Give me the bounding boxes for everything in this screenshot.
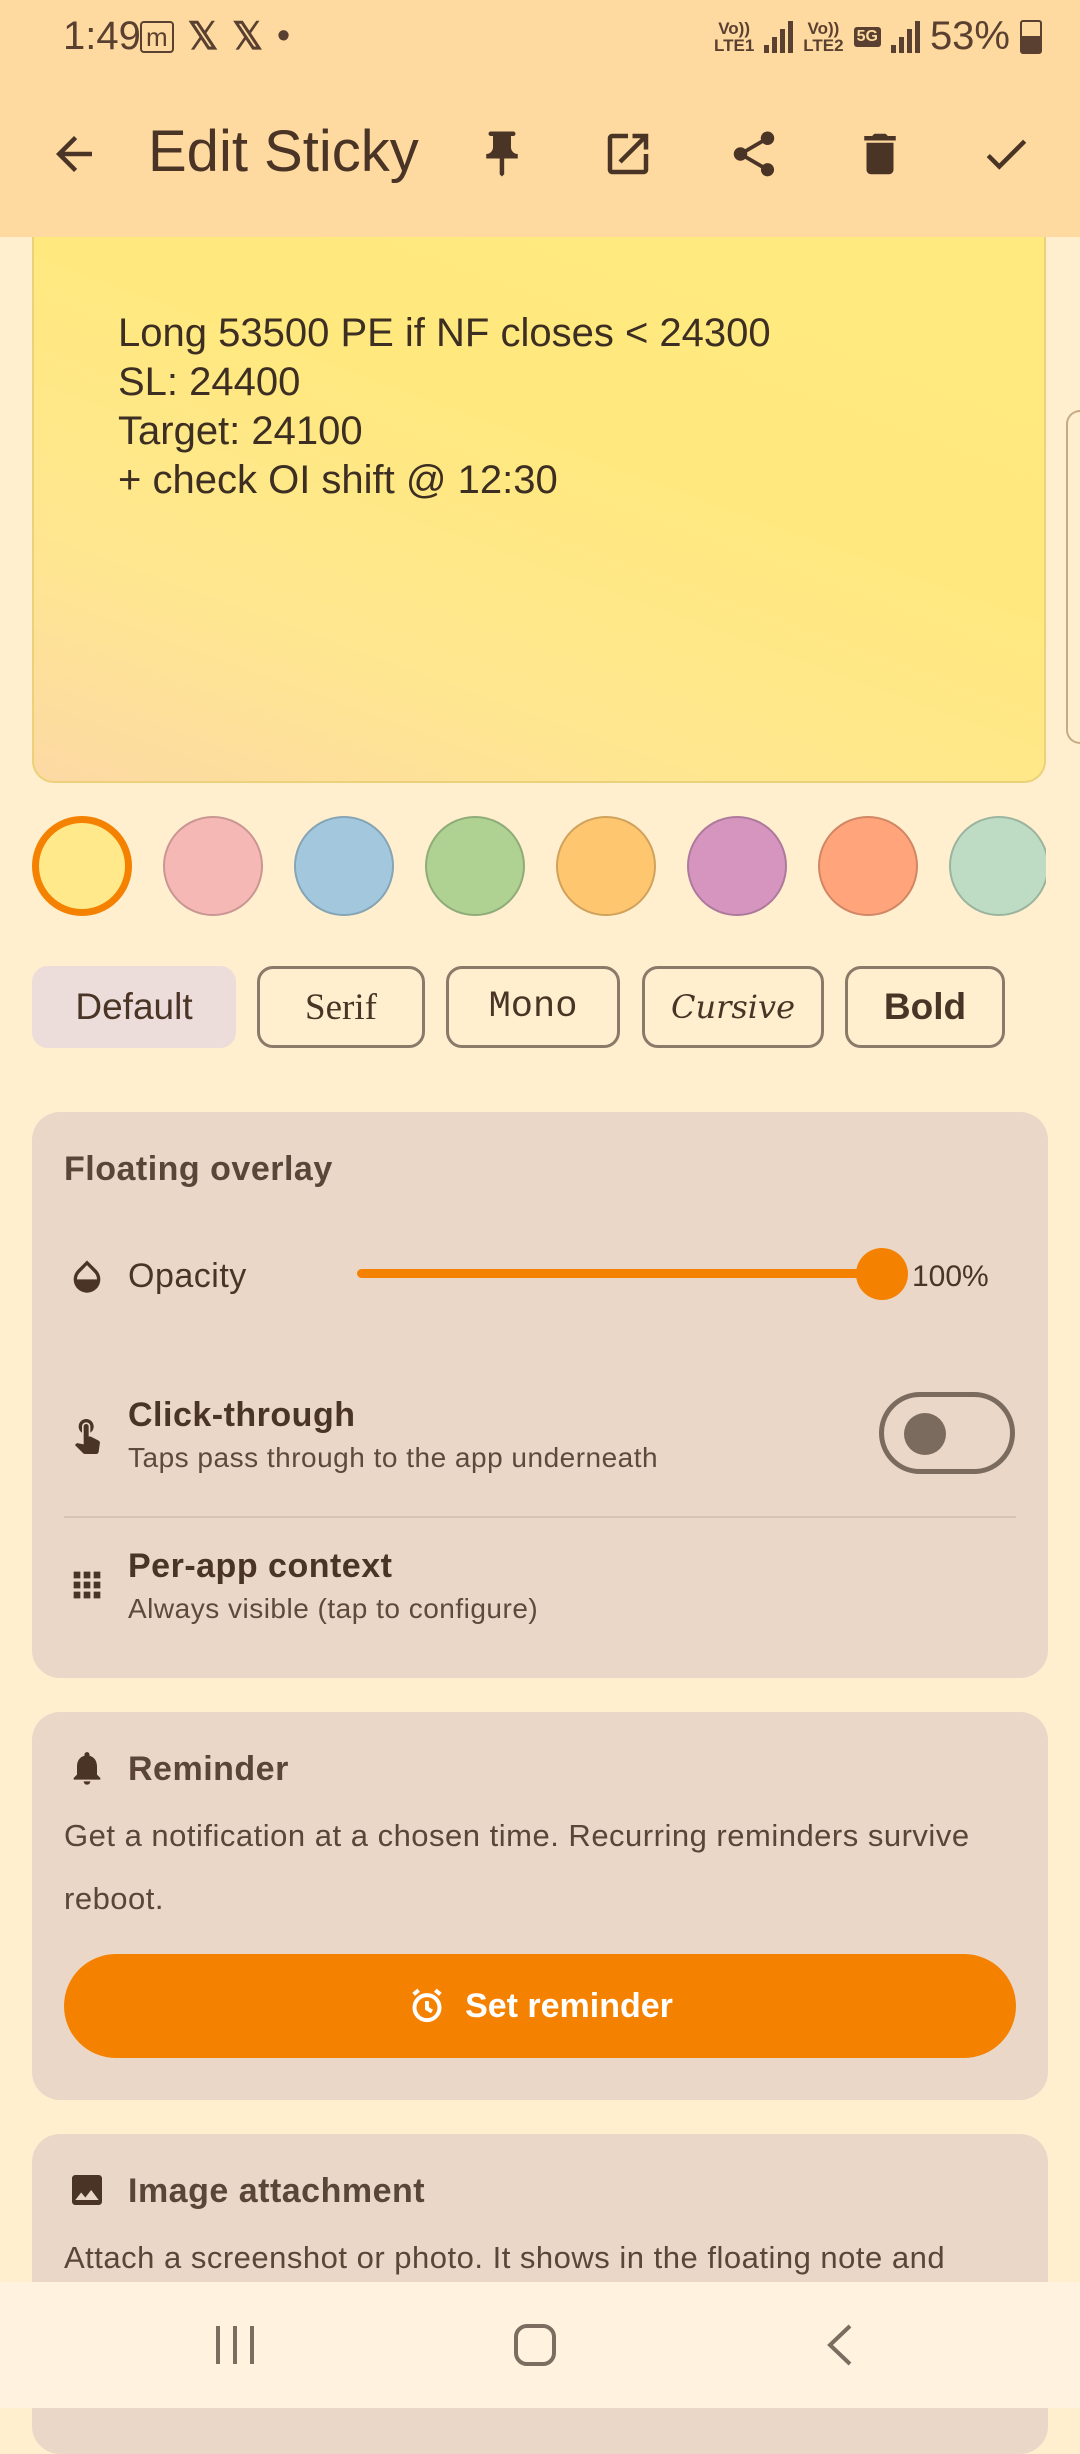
edge-panel-handle[interactable]	[1066, 410, 1080, 744]
color-swatch[interactable]	[163, 816, 263, 916]
color-swatch-row	[0, 816, 1046, 926]
recent-apps-button[interactable]	[210, 2322, 260, 2368]
share-button[interactable]	[714, 114, 794, 194]
color-swatch[interactable]	[425, 816, 525, 916]
sim1-volte-label: Vo)) LTE1	[713, 18, 755, 55]
font-chip-serif[interactable]: Serif	[257, 966, 425, 1048]
click-through-toggle[interactable]	[879, 1392, 1015, 1474]
delete-button[interactable]	[840, 114, 920, 194]
color-swatch[interactable]	[32, 816, 132, 916]
alarm-clock-icon	[412, 1988, 442, 2023]
notification-icons: m 𝕏 𝕏 •	[140, 14, 290, 59]
back-arrow-icon	[56, 136, 92, 172]
open-external-icon	[607, 133, 649, 175]
bell-icon	[67, 1748, 107, 1793]
opacity-slider-track[interactable]	[357, 1269, 882, 1278]
opacity-slider-thumb[interactable]	[856, 1248, 908, 1300]
back-nav-button[interactable]	[820, 2322, 860, 2368]
font-chip-mono[interactable]: Mono	[446, 966, 620, 1048]
pin-icon	[486, 131, 518, 177]
back-button[interactable]	[34, 114, 114, 194]
color-swatch[interactable]	[818, 816, 918, 916]
color-swatch[interactable]	[687, 816, 787, 916]
per-app-context-title: Per-app context	[128, 1547, 393, 1585]
save-check-button[interactable]	[966, 114, 1046, 194]
network-badge: 5G	[853, 26, 881, 47]
open-external-button[interactable]	[588, 114, 668, 194]
battery-percent: 53%	[929, 14, 1010, 58]
opacity-icon	[67, 1256, 107, 1301]
signal-bars-icon	[890, 20, 920, 53]
back-chevron-icon	[827, 2324, 852, 2366]
reminder-description: Get a notification at a chosen time. Rec…	[64, 1818, 970, 1916]
x-app-icon: 𝕏	[187, 16, 219, 58]
note-text[interactable]: Long 53500 PE if NF closes < 24300 SL: 2…	[118, 309, 771, 505]
note-editor[interactable]: Long 53500 PE if NF closes < 24300 SL: 2…	[32, 237, 1046, 783]
opacity-label: Opacity	[128, 1257, 247, 1295]
x-app-icon: 𝕏	[232, 16, 263, 58]
color-swatch[interactable]	[949, 816, 1046, 916]
opacity-value: 100%	[912, 1260, 989, 1293]
font-chip-default[interactable]: Default	[32, 966, 236, 1048]
set-reminder-label: Set reminder	[465, 1986, 673, 2025]
font-chip-cursive[interactable]: Cursive	[642, 966, 824, 1048]
delete-icon	[864, 133, 896, 175]
recent-apps-icon	[216, 2326, 254, 2364]
home-button[interactable]	[512, 2322, 558, 2368]
color-swatch[interactable]	[294, 816, 394, 916]
status-time: 1:49	[63, 14, 141, 58]
set-reminder-button[interactable]: Set reminder	[64, 1954, 1016, 2058]
pin-button[interactable]	[462, 114, 542, 194]
status-indicators: Vo)) LTE1 Vo)) LTE2 5G 53%	[714, 14, 1042, 59]
home-icon	[514, 2324, 556, 2366]
divider	[64, 1516, 1016, 1518]
image-attachment-title: Image attachment	[128, 2172, 426, 2210]
reminder-title: Reminder	[128, 1750, 289, 1788]
floating-overlay-title: Floating overlay	[64, 1150, 333, 1188]
click-through-title: Click-through	[128, 1396, 356, 1434]
battery-icon	[1020, 19, 1042, 54]
per-app-context-subtitle: Always visible (tap to configure)	[128, 1593, 539, 1624]
sim2-volte-label: Vo)) LTE2	[803, 18, 844, 55]
font-chip-bold[interactable]: Bold	[845, 966, 1005, 1048]
toggle-knob	[904, 1413, 946, 1455]
check-icon	[986, 139, 1027, 170]
more-notifications-dot: •	[276, 15, 291, 57]
notification-app-icon: m	[140, 20, 174, 53]
share-icon	[733, 131, 775, 177]
page-title: Edit Sticky	[148, 119, 419, 184]
signal-bars-icon	[764, 20, 794, 53]
color-swatch[interactable]	[556, 816, 656, 916]
touch-icon	[67, 1414, 107, 1459]
click-through-subtitle: Taps pass through to the app underneath	[128, 1442, 659, 1473]
image-attachment-description: Attach a screenshot or photo. It shows i…	[64, 2240, 946, 2275]
image-icon	[67, 2170, 107, 2215]
